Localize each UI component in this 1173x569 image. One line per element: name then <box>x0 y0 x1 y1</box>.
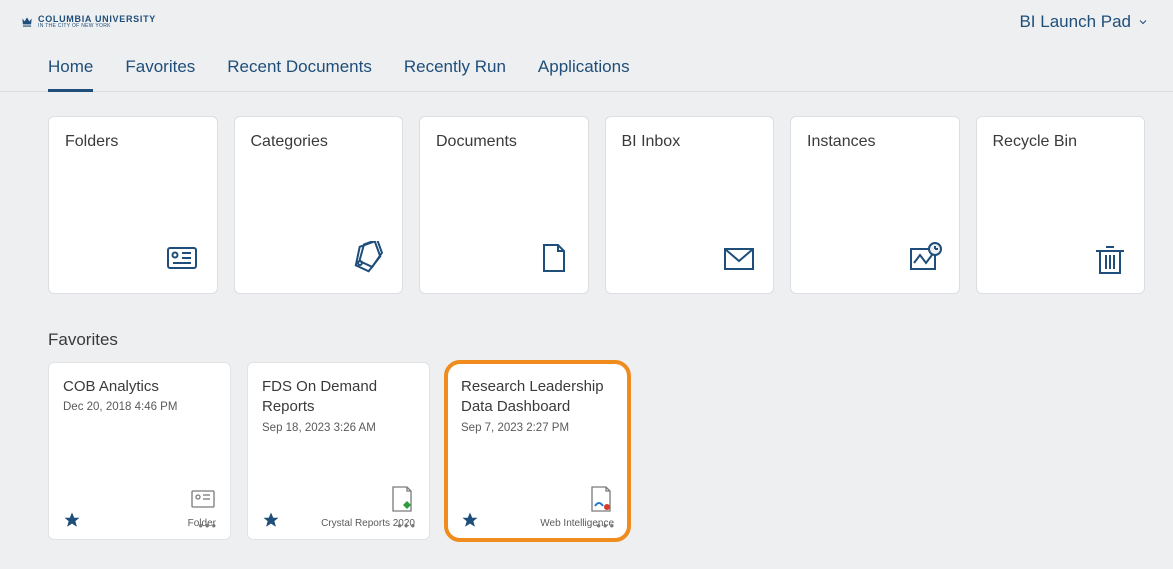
favorite-card[interactable]: COB AnalyticsDec 20, 2018 4:46 PMFolder•… <box>48 362 231 540</box>
star-icon[interactable] <box>461 511 479 529</box>
favorites-heading: Favorites <box>0 294 1173 362</box>
tile-label: Folders <box>65 133 201 151</box>
tile-bi-inbox[interactable]: BI Inbox <box>605 116 775 294</box>
tile-folders[interactable]: Folders <box>48 116 218 294</box>
more-menu-icon[interactable]: ••• <box>198 518 218 533</box>
trash-icon <box>1092 241 1128 277</box>
more-menu-icon[interactable]: ••• <box>596 518 616 533</box>
favorite-title: COB Analytics <box>63 377 216 397</box>
tile-label: BI Inbox <box>622 133 758 151</box>
folder-card-icon <box>165 241 201 277</box>
tile-label: Documents <box>436 133 572 151</box>
tile-documents[interactable]: Documents <box>419 116 589 294</box>
tile-label: Instances <box>807 133 943 151</box>
favorite-card[interactable]: Research Leadership Data Dashboard Sep 7,… <box>446 362 629 540</box>
envelope-icon <box>721 241 757 277</box>
more-menu-icon[interactable]: ••• <box>397 518 417 533</box>
tab-home[interactable]: Home <box>48 57 93 92</box>
favorite-title: FDS On Demand Reports <box>262 377 415 418</box>
favorite-date: Sep 18, 2023 3:26 AM <box>262 422 415 434</box>
tile-recycle-bin[interactable]: Recycle Bin <box>976 116 1146 294</box>
tile-label: Categories <box>251 133 387 151</box>
webi-icon <box>588 484 614 514</box>
org-logo: COLUMBIA UNIVERSITY IN THE CITY OF NEW Y… <box>20 15 156 29</box>
tab-favorites[interactable]: Favorites <box>125 57 195 92</box>
tile-categories[interactable]: Categories <box>234 116 404 294</box>
app-switcher[interactable]: BI Launch Pad <box>1019 12 1149 32</box>
star-icon[interactable] <box>63 511 81 529</box>
crown-icon <box>20 15 34 29</box>
favorite-date: Sep 7, 2023 2:27 PM <box>461 422 614 434</box>
org-name-sub: IN THE CITY OF NEW YORK <box>38 24 156 29</box>
chevron-down-icon <box>1137 16 1149 28</box>
tile-row: Folders Categories Documents BI Inbox Instan… <box>0 92 1173 294</box>
tab-recently-run[interactable]: Recently Run <box>404 57 506 92</box>
tab-bar: Home Favorites Recent Documents Recently Ru… <box>0 44 1173 92</box>
favorite-date: Dec 20, 2018 4:46 PM <box>63 401 216 413</box>
favorites-row: COB AnalyticsDec 20, 2018 4:46 PMFolder•… <box>0 362 1173 568</box>
favorite-card[interactable]: FDS On Demand Reports Sep 18, 2023 3:26 A… <box>247 362 430 540</box>
tile-label: Recycle Bin <box>993 133 1129 151</box>
page-icon <box>536 241 572 277</box>
tile-instances[interactable]: Instances <box>790 116 960 294</box>
app-title: BI Launch Pad <box>1019 12 1131 32</box>
crystal-icon <box>389 484 415 514</box>
folder-mini-icon <box>190 484 216 514</box>
instances-icon <box>907 241 943 277</box>
tag-icon <box>350 241 386 277</box>
tab-applications[interactable]: Applications <box>538 57 630 92</box>
favorite-title: Research Leadership Data Dashboard <box>461 377 614 418</box>
tab-recent-documents[interactable]: Recent Documents <box>227 57 372 92</box>
star-icon[interactable] <box>262 511 280 529</box>
